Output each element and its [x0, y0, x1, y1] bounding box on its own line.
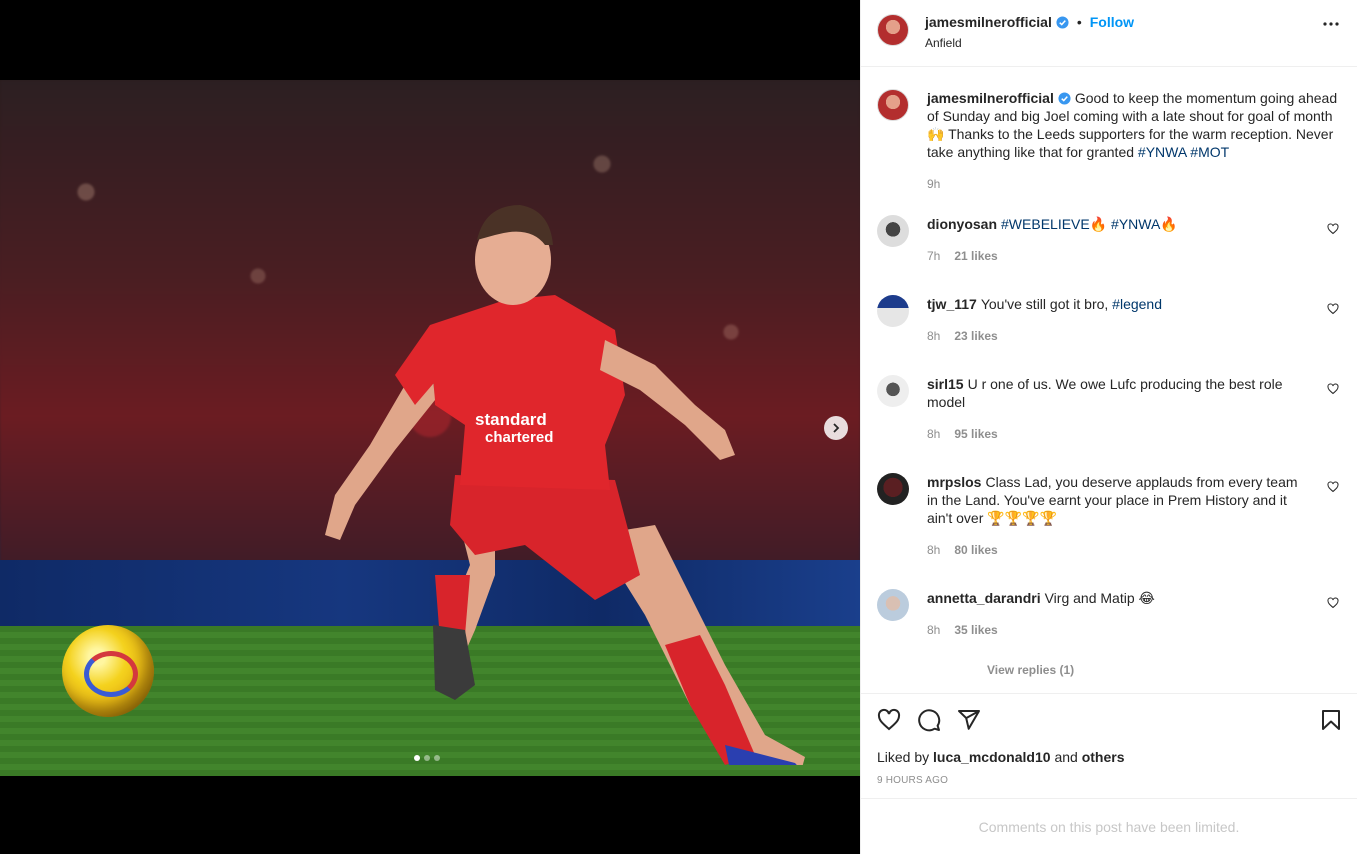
comment-time: 8h — [927, 329, 941, 343]
commenter-avatar[interactable] — [877, 473, 909, 505]
comment-likes[interactable]: 23 likes — [954, 327, 997, 345]
heart-icon[interactable] — [1327, 481, 1339, 493]
carousel-dot — [424, 755, 430, 761]
author-avatar[interactable] — [877, 14, 909, 46]
post-location[interactable]: Anfield — [925, 36, 1134, 50]
comment-likes[interactable]: 95 likes — [954, 425, 997, 443]
comments-limited-notice: Comments on this post have been limited. — [861, 798, 1357, 854]
author-username[interactable]: jamesmilnerofficial — [925, 14, 1052, 30]
post-photo[interactable]: standard chartered — [0, 80, 860, 776]
comment-text: U r one of us. We owe Lufc producing the… — [927, 376, 1283, 410]
author-avatar[interactable] — [877, 89, 909, 121]
commenter-avatar[interactable] — [877, 589, 909, 621]
next-image-button[interactable] — [824, 416, 848, 440]
comment-text: You've still got it bro, — [980, 296, 1109, 312]
heart-icon[interactable] — [877, 708, 901, 732]
commenter-avatar[interactable] — [877, 215, 909, 247]
separator-bullet: • — [1076, 14, 1082, 30]
post-timestamp[interactable]: 9 HOURS AGO — [861, 775, 1357, 786]
comment-username[interactable]: annetta_darandri — [927, 590, 1041, 606]
carousel-dot — [434, 755, 440, 761]
comment-item: sirl15 U r one of us. We owe Lufc produci… — [877, 375, 1341, 443]
chevron-right-icon — [833, 423, 840, 433]
svg-text:standard: standard — [475, 410, 547, 429]
liked-by-and: and — [1054, 749, 1078, 765]
svg-text:chartered: chartered — [485, 429, 553, 446]
caption-username[interactable]: jamesmilnerofficial — [927, 90, 1054, 106]
comment-item: tjw_117 You've still got it bro, #legend … — [877, 295, 1341, 345]
comment-hashtags[interactable]: #legend — [1112, 296, 1162, 312]
post-details-panel: jamesmilnerofficial • Follow Anfield jam… — [860, 0, 1357, 854]
football — [62, 625, 154, 717]
post-actions-bar — [861, 693, 1357, 745]
caption-hashtags[interactable]: #YNWA #MOT — [1138, 144, 1229, 160]
liked-by-prefix: Liked by — [877, 749, 930, 765]
caption-time: 9h — [927, 177, 941, 191]
comment-username[interactable]: sirl15 — [927, 376, 964, 392]
heart-icon[interactable] — [1327, 383, 1339, 395]
share-icon[interactable] — [957, 708, 981, 732]
liked-by-summary: Liked by luca_mcdonald10 and others — [861, 749, 1357, 765]
comment-text: Virg and Matip 😂 — [1044, 590, 1155, 606]
comment-time: 8h — [927, 623, 941, 637]
comment-username[interactable]: dionyosan — [927, 216, 997, 232]
heart-icon[interactable] — [1327, 303, 1339, 315]
verified-badge-icon — [1056, 15, 1069, 29]
post-header: jamesmilnerofficial • Follow Anfield — [861, 0, 1357, 67]
comment-hashtags[interactable]: #WEBELIEVE🔥 #YNWA🔥 — [1001, 216, 1178, 232]
commenter-avatar[interactable] — [877, 295, 909, 327]
comment-likes[interactable]: 80 likes — [954, 541, 997, 559]
comment-time: 8h — [927, 427, 941, 441]
comment-icon[interactable] — [917, 708, 941, 732]
commenter-avatar[interactable] — [877, 375, 909, 407]
player-figure: standard chartered — [325, 205, 805, 765]
comment-item: dionyosan #WEBELIEVE🔥 #YNWA🔥 7h 21 likes — [877, 215, 1341, 265]
liked-by-user[interactable]: luca_mcdonald10 — [933, 749, 1051, 765]
heart-icon[interactable] — [1327, 223, 1339, 235]
more-options-icon[interactable] — [1323, 22, 1339, 26]
view-replies-button[interactable]: View replies (1) — [987, 663, 1341, 677]
comment-item: annetta_darandri Virg and Matip 😂 8h 35 li… — [877, 589, 1341, 639]
carousel-indicator — [414, 755, 440, 761]
comment-likes[interactable]: 21 likes — [954, 247, 997, 265]
verified-badge-icon — [1058, 92, 1071, 105]
follow-button[interactable]: Follow — [1090, 14, 1134, 30]
comment-time: 8h — [927, 543, 941, 557]
comment-item: mrpslos Class Lad, you deserve applauds f… — [877, 473, 1341, 559]
comment-username[interactable]: mrpslos — [927, 474, 981, 490]
liked-by-others[interactable]: others — [1082, 749, 1125, 765]
bookmark-icon[interactable] — [1319, 708, 1343, 732]
comment-likes[interactable]: 35 likes — [954, 621, 997, 639]
post-caption: jamesmilnerofficial Good to keep the mome… — [877, 89, 1341, 193]
comment-text: Class Lad, you deserve applauds from eve… — [927, 474, 1298, 526]
comments-list[interactable]: jamesmilnerofficial Good to keep the mome… — [861, 67, 1357, 693]
heart-icon[interactable] — [1327, 597, 1339, 609]
comment-time: 7h — [927, 249, 941, 263]
comment-username[interactable]: tjw_117 — [927, 296, 977, 312]
carousel-dot — [414, 755, 420, 761]
post-modal: standard chartered jamesmilnerofficial •… — [0, 0, 1357, 854]
post-media: standard chartered — [0, 0, 860, 854]
